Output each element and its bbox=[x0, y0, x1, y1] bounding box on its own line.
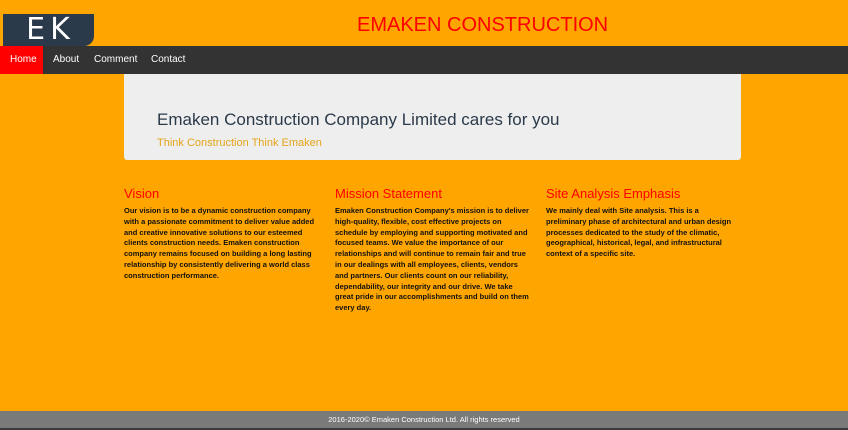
nav-item-comment[interactable]: Comment bbox=[84, 46, 147, 74]
hero-subheading: Think Construction Think Emaken bbox=[157, 137, 322, 149]
mission-title: Mission Statement bbox=[335, 186, 442, 201]
mission-section: Mission Statement Emaken Construction Co… bbox=[335, 186, 532, 314]
vision-text: Our vision is to be a dynamic constructi… bbox=[124, 206, 315, 280]
hero-heading: Emaken Construction Company Limited care… bbox=[157, 110, 560, 129]
site-header: E K EMAKEN CONSTRUCTION bbox=[0, 0, 848, 46]
logo-letter-e: E bbox=[26, 12, 47, 47]
hero-banner: Emaken Construction Company Limited care… bbox=[124, 74, 741, 160]
logo-letter-k: K bbox=[50, 12, 71, 47]
site-title: EMAKEN CONSTRUCTION bbox=[357, 14, 609, 36]
main-navbar: Home About Comment Contact bbox=[0, 46, 848, 74]
mission-text: Emaken Construction Company's mission is… bbox=[335, 206, 529, 313]
vision-title: Vision bbox=[124, 186, 160, 201]
company-logo[interactable]: E K bbox=[3, 14, 94, 46]
nav-item-about[interactable]: About bbox=[43, 46, 89, 74]
site-analysis-title: Site Analysis Emphasis bbox=[546, 186, 681, 201]
site-analysis-section: Site Analysis Emphasis We mainly deal wi… bbox=[546, 186, 738, 260]
nav-item-home[interactable]: Home bbox=[0, 46, 43, 74]
site-footer: 2016-2020© Emaken Construction Ltd. All … bbox=[0, 411, 848, 428]
nav-item-contact[interactable]: Contact bbox=[141, 46, 195, 74]
vision-section: Vision Our vision is to be a dynamic con… bbox=[124, 186, 321, 282]
site-analysis-text: We mainly deal with Site analysis. This … bbox=[546, 206, 732, 259]
